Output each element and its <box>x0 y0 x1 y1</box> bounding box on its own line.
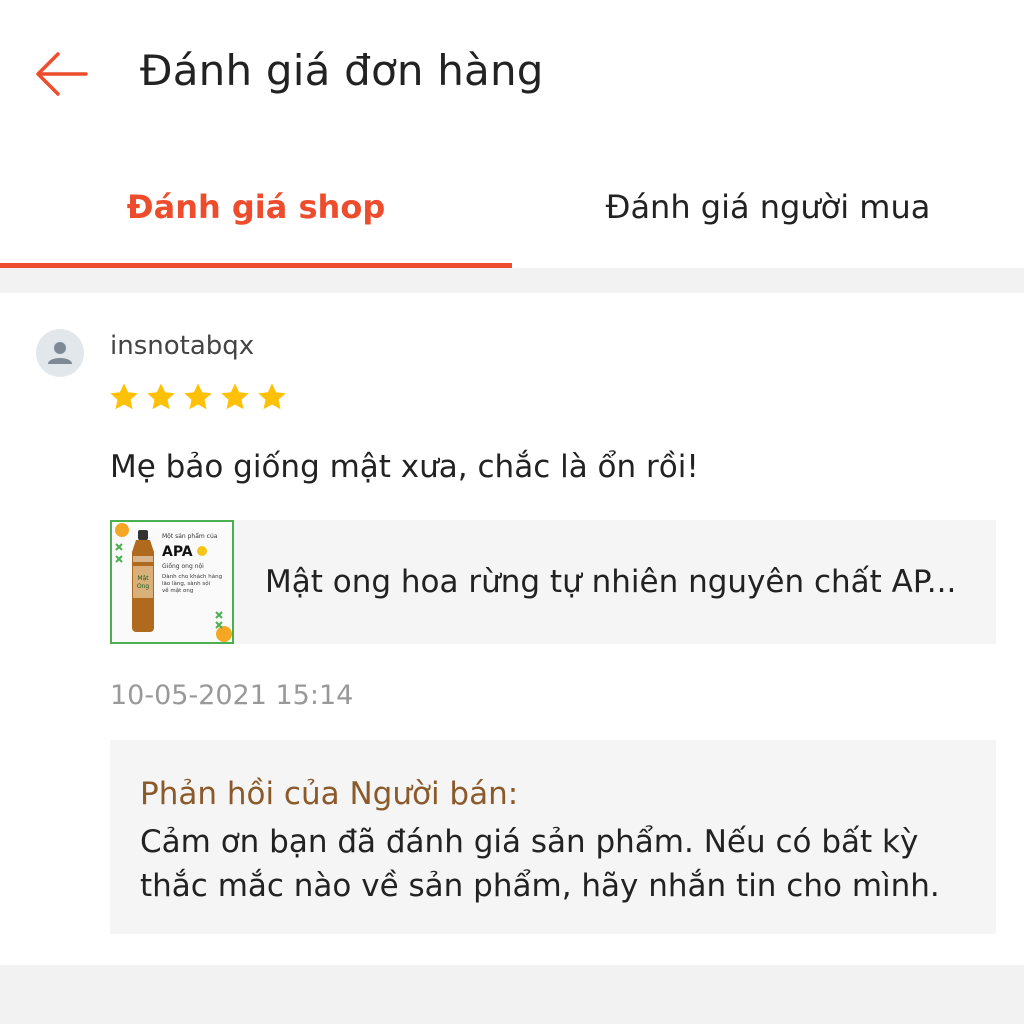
back-button[interactable] <box>30 48 90 100</box>
product-image-line2: Giống ong nội <box>162 563 204 570</box>
product-image-line4: lão làng, sành sỏi <box>162 580 211 587</box>
tab-shop-review[interactable]: Đánh giá shop <box>0 150 512 268</box>
page-title: Đánh giá đơn hàng <box>140 46 544 95</box>
product-image-tagline: Một sản phẩm của <box>162 533 218 540</box>
svg-text:Mật: Mật <box>137 575 149 582</box>
review-comment: Mẹ bảo giống mật xưa, chắc là ổn rồi! <box>110 449 699 485</box>
user-icon <box>48 342 72 364</box>
star-icon <box>221 383 249 410</box>
star-rating <box>108 381 293 417</box>
product-card[interactable]: Mật Ong Một sản phẩm của APA Giống ong n… <box>110 520 996 644</box>
seller-reply-body: Cảm ơn bạn đã đánh giá sản phẩm. Nếu có … <box>140 824 940 904</box>
section-divider-bottom <box>0 965 1024 1024</box>
section-divider <box>0 268 1024 293</box>
review-card: insnotabqx Mẹ bảo giống mật xưa, chắc là… <box>0 293 1024 965</box>
product-image-brand: APA <box>162 544 193 560</box>
app-header: Đánh giá đơn hàng <box>0 0 1024 150</box>
product-thumbnail: Mật Ong Một sản phẩm của APA Giống ong n… <box>110 520 234 644</box>
tab-shop-review-label: Đánh giá shop <box>126 188 386 226</box>
review-timestamp: 10-05-2021 15:14 <box>110 680 354 711</box>
product-name: Mật ong hoa rừng tự nhiên nguyên chất AP… <box>265 564 957 600</box>
star-icon <box>258 383 286 410</box>
seller-reply-title: Phản hồi của Người bán: <box>140 776 519 812</box>
avatar[interactable] <box>36 329 84 377</box>
product-image-line3: Dành cho khách hàng <box>162 573 222 580</box>
star-icon <box>110 383 138 410</box>
arrow-left-icon <box>36 52 88 96</box>
reviewer-username: insnotabqx <box>110 331 255 361</box>
star-icon <box>184 383 212 410</box>
svg-text:Ong: Ong <box>137 583 150 590</box>
tab-bar: Đánh giá shop Đánh giá người mua <box>0 150 1024 268</box>
seller-reply: Phản hồi của Người bán: Cảm ơn bạn đã đá… <box>110 740 996 934</box>
star-icon <box>147 383 175 410</box>
tab-buyer-review-label: Đánh giá người mua <box>605 188 931 226</box>
product-image-line5: về mật ong <box>162 586 193 594</box>
tab-buyer-review[interactable]: Đánh giá người mua <box>512 150 1024 268</box>
